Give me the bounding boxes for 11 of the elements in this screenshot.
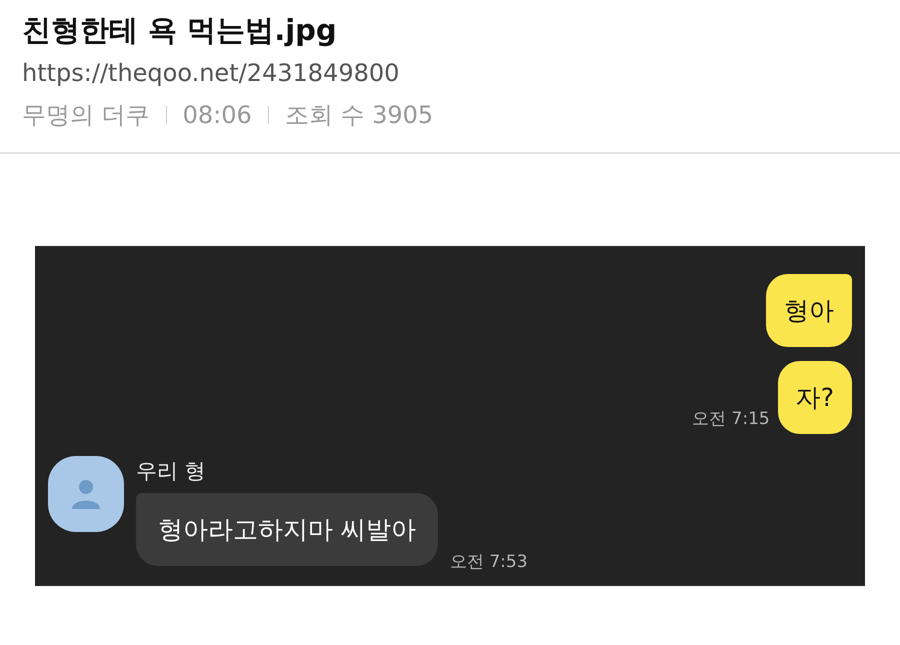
view-count: 조회 수 3905 — [284, 100, 434, 130]
post-time: 08:06 — [182, 100, 252, 130]
post-title: 친형한테 욕 먹는법.jpg — [22, 12, 338, 48]
message-time: 오전 7:53 — [450, 551, 528, 574]
sent-message-bubble: 자? — [778, 361, 852, 434]
author-name: 무명의 더쿠 — [22, 100, 150, 130]
sent-message-bubble: 형아 — [766, 274, 852, 348]
message-time: 오전 7:15 — [692, 408, 770, 431]
sender-name: 우리 형 — [136, 458, 207, 484]
post-url[interactable]: https://theqoo.net/2431849800 — [22, 58, 878, 88]
received-message-bubble: 형아라고하지마 씨발아 — [136, 492, 438, 566]
